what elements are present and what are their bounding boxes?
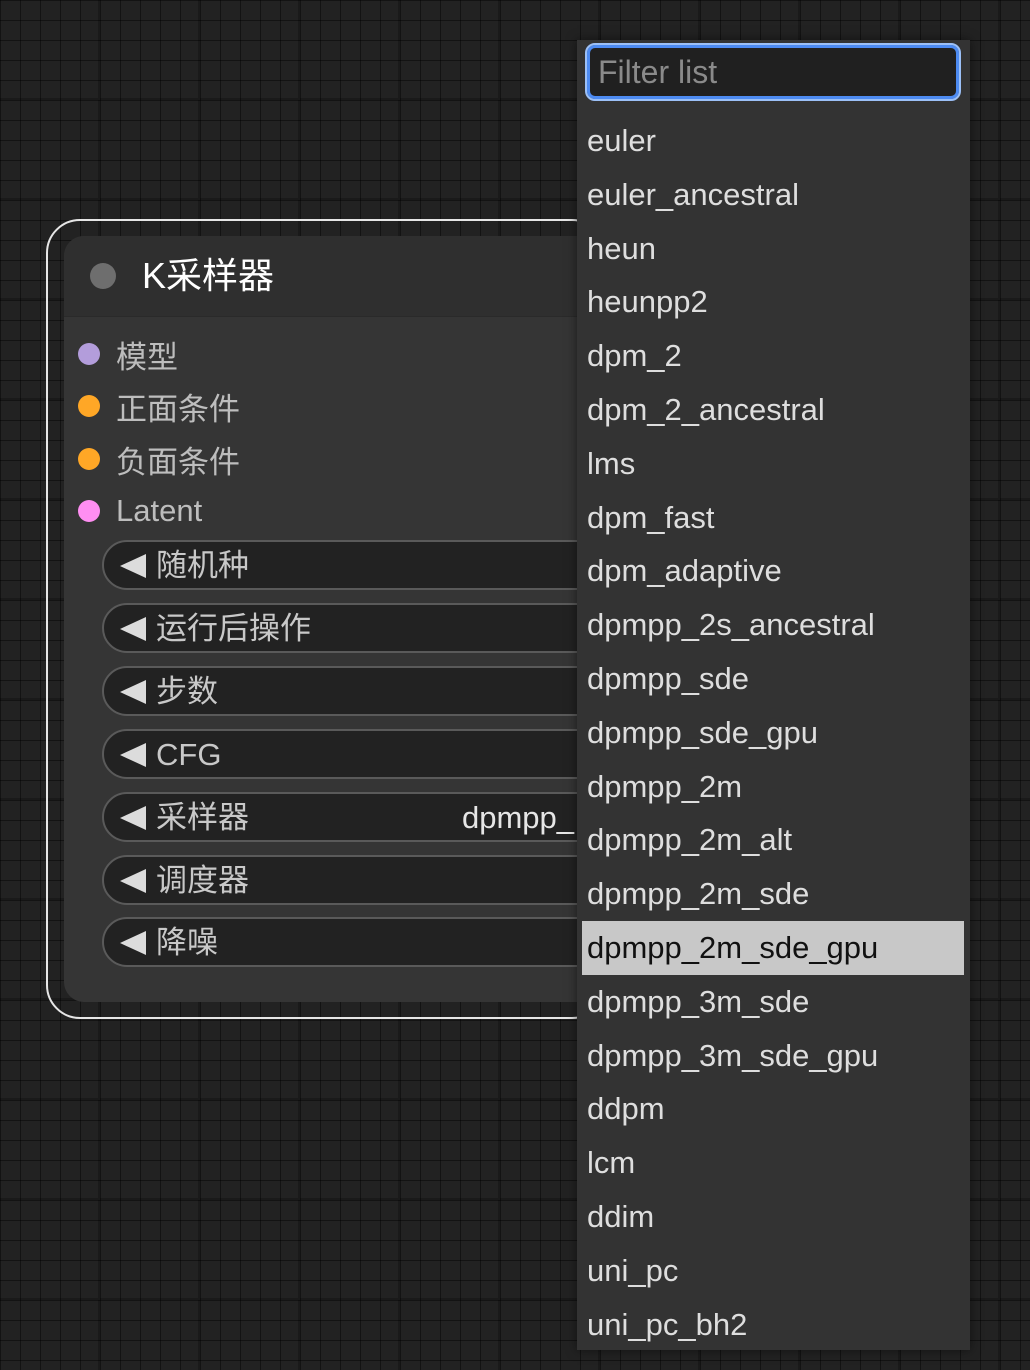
decrement-arrow-icon[interactable]: [120, 869, 146, 893]
dropdown-option[interactable]: dpmpp_2m_sde: [577, 867, 970, 921]
widget-label: 调度器: [156, 863, 249, 898]
dropdown-option[interactable]: dpmpp_3m_sde_gpu: [577, 1029, 970, 1083]
decrement-arrow-icon[interactable]: [120, 680, 146, 704]
slot-label: 模型: [116, 339, 178, 375]
node-title: K采样器: [142, 255, 275, 296]
input-slot-positive[interactable]: 正面条件: [78, 386, 240, 427]
widget-value: dpmpp_: [462, 800, 575, 835]
filter-list-input[interactable]: [585, 43, 961, 101]
dropdown-option[interactable]: dpmpp_3m_sde: [577, 975, 970, 1029]
dropdown-option[interactable]: heunpp2: [577, 275, 970, 329]
dropdown-option[interactable]: ddim: [577, 1190, 970, 1244]
dropdown-option[interactable]: dpm_2_ancestral: [577, 383, 970, 437]
decrement-arrow-icon[interactable]: [120, 617, 146, 641]
decrement-arrow-icon[interactable]: [120, 743, 146, 767]
input-slot-negative[interactable]: 负面条件: [78, 439, 240, 480]
dropdown-option[interactable]: euler_ancestral: [577, 168, 970, 222]
dropdown-option[interactable]: dpmpp_2m_sde_gpu: [582, 920, 964, 975]
dropdown-option[interactable]: dpm_2: [577, 329, 970, 383]
dropdown-option[interactable]: uni_pc_bh2: [577, 1298, 970, 1352]
slot-label: Latent: [116, 493, 203, 528]
dropdown-option[interactable]: ddpm: [577, 1082, 970, 1136]
sampler-dropdown-menu: eulereuler_ancestralheunheunpp2dpm_2dpm_…: [577, 40, 970, 1350]
decrement-arrow-icon[interactable]: [120, 554, 146, 578]
slot-connector-dot[interactable]: [78, 343, 100, 365]
node-collapse-dot[interactable]: [90, 263, 116, 289]
decrement-arrow-icon[interactable]: [120, 806, 146, 830]
widget-sampler[interactable]: 采样器 dpmpp_: [102, 792, 624, 842]
slot-connector-dot[interactable]: [78, 448, 100, 470]
dropdown-option[interactable]: dpmpp_2m: [577, 760, 970, 814]
widget-control-after-generate[interactable]: 运行后操作: [102, 603, 624, 653]
ksampler-node[interactable]: K采样器 模型 正面条件 负面条件 Latent 随机种 运行后操作 步数 CF…: [64, 236, 624, 1002]
widget-label: CFG: [156, 737, 222, 772]
dropdown-option[interactable]: lcm: [577, 1136, 970, 1190]
widget-denoise[interactable]: 降噪: [102, 917, 624, 967]
widget-label: 随机种: [156, 548, 249, 583]
dropdown-option[interactable]: dpmpp_2s_ancestral: [577, 598, 970, 652]
slot-connector-dot[interactable]: [78, 500, 100, 522]
dropdown-option[interactable]: dpmpp_sde: [577, 652, 970, 706]
dropdown-option[interactable]: heun: [577, 222, 970, 276]
widget-steps[interactable]: 步数: [102, 666, 624, 716]
slot-label: 正面条件: [116, 391, 240, 427]
widget-label: 降噪: [156, 925, 218, 960]
dropdown-option[interactable]: dpm_adaptive: [577, 544, 970, 598]
widget-label: 步数: [156, 674, 218, 709]
widget-label: 运行后操作: [156, 611, 311, 646]
dropdown-option[interactable]: dpmpp_sde_gpu: [577, 706, 970, 760]
option-list: euler euler_ancestral heun heunpp2 dpm_2 dpm_…: [577, 114, 970, 1351]
dropdown-option[interactable]: dpmpp_2m_alt: [577, 813, 970, 867]
dropdown-option[interactable]: lms: [577, 437, 970, 491]
widget-cfg[interactable]: CFG: [102, 729, 624, 779]
input-slot-model[interactable]: 模型: [78, 334, 178, 375]
dropdown-option[interactable]: dpm_fast: [577, 491, 970, 545]
widget-scheduler[interactable]: 调度器: [102, 855, 624, 905]
slot-connector-dot[interactable]: [78, 395, 100, 417]
widget-seed[interactable]: 随机种: [102, 540, 624, 590]
widget-label: 采样器: [156, 800, 249, 835]
node-header[interactable]: K采样器: [64, 236, 624, 317]
decrement-arrow-icon[interactable]: [120, 931, 146, 955]
slot-label: 负面条件: [116, 444, 240, 480]
dropdown-option[interactable]: euler: [577, 114, 970, 168]
dropdown-option[interactable]: uni_pc: [577, 1244, 970, 1298]
input-slot-latent[interactable]: Latent: [78, 491, 202, 531]
